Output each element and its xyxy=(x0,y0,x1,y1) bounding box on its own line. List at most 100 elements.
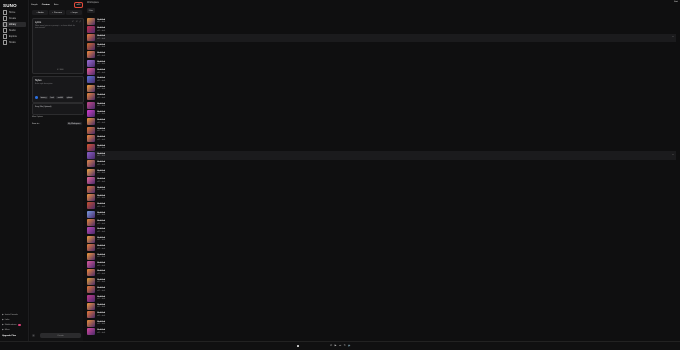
song-cover[interactable] xyxy=(87,160,95,168)
song-cover[interactable] xyxy=(87,76,95,84)
song-cover[interactable] xyxy=(87,302,95,310)
song-cover[interactable] xyxy=(87,42,95,50)
sidebar-item-create[interactable]: Create xyxy=(2,16,26,21)
song-cover[interactable] xyxy=(87,51,95,59)
song-cover[interactable] xyxy=(87,59,95,67)
song-row[interactable]: Untitled v4.5 · draft ⋯ xyxy=(87,33,676,43)
song-row[interactable]: Untitled v4.5 · draft xyxy=(87,269,676,277)
add-icon[interactable]: + xyxy=(32,334,35,337)
song-cover[interactable] xyxy=(87,126,95,134)
style-chip[interactable]: soulful xyxy=(56,96,65,99)
song-row[interactable]: Untitled v4.5 · draft xyxy=(87,277,676,285)
song-row[interactable]: Untitled v4.5 · draft xyxy=(87,286,676,294)
sort-button[interactable]: Sort xyxy=(674,1,678,3)
song-cover[interactable] xyxy=(87,17,95,25)
style-toggle-icon[interactable] xyxy=(35,96,38,99)
song-row[interactable]: Untitled v4.5 · draft xyxy=(87,185,676,193)
song-cover[interactable] xyxy=(87,328,95,336)
song-row[interactable]: Untitled v4.5 · draft xyxy=(87,51,676,59)
song-row[interactable]: Untitled v4.5 · draft xyxy=(87,210,676,218)
song-row[interactable]: Untitled v4.5 · draft xyxy=(87,42,676,50)
song-row[interactable]: Untitled v4.5 · draft xyxy=(87,109,676,117)
style-chip[interactable]: upbeat xyxy=(65,96,74,99)
volume-icon[interactable]: 🔈 xyxy=(348,344,351,347)
song-cover[interactable] xyxy=(87,168,95,176)
shuffle-icon[interactable]: ⤨ xyxy=(76,21,78,23)
song-cover[interactable] xyxy=(87,269,95,277)
song-row[interactable]: Untitled v4.5 · draft xyxy=(87,101,676,109)
song-row[interactable]: Untitled v4.5 · draft xyxy=(87,227,676,235)
sidebar-item-library[interactable]: Library xyxy=(2,22,26,27)
more-link[interactable]: ◆ More xyxy=(2,328,10,332)
song-row[interactable]: Untitled v4.5 · draft xyxy=(87,168,676,176)
song-title-input[interactable]: Song Title (Optional) xyxy=(32,103,84,115)
song-cover[interactable] xyxy=(87,252,95,260)
workspace-select[interactable]: My Workspace xyxy=(66,122,82,125)
next-icon[interactable]: ⏭ xyxy=(339,344,341,347)
song-row[interactable]: Untitled v4.5 · draft xyxy=(87,235,676,243)
filter-button[interactable]: Filter xyxy=(87,8,95,13)
song-row[interactable]: Untitled v4.5 · draft xyxy=(87,84,676,92)
song-cover[interactable] xyxy=(87,34,95,42)
song-cover[interactable] xyxy=(87,177,95,185)
more-options-icon[interactable]: ⋯ xyxy=(672,36,674,38)
invite-friends-link[interactable]: ◆ Invite Friends xyxy=(2,313,18,317)
song-cover[interactable] xyxy=(87,118,95,126)
song-row[interactable]: Untitled v4.5 · draft xyxy=(87,76,676,84)
sidebar-item-explore[interactable]: Explore xyxy=(2,34,26,39)
model-version-select[interactable]: v4.5 xyxy=(74,2,83,8)
sidebar-item-home[interactable]: Home xyxy=(2,10,26,15)
song-cover[interactable] xyxy=(87,68,95,76)
upgrade-plan-button[interactable]: Upgrade Plan xyxy=(2,335,24,339)
song-row[interactable]: Untitled v4.5 · draft xyxy=(87,176,676,185)
song-row[interactable]: Untitled v4.5 · draft xyxy=(87,118,676,126)
song-row[interactable]: Untitled v4.5 · draft xyxy=(87,319,676,327)
song-row[interactable]: Untitled v4.5 · draft ⋯ xyxy=(87,151,676,160)
song-row[interactable]: Untitled v4.5 · draft xyxy=(87,17,676,25)
song-cover[interactable] xyxy=(87,93,95,101)
song-row[interactable]: Untitled v4.5 · draft xyxy=(87,25,676,34)
more-options-toggle[interactable]: More Options xyxy=(32,116,43,118)
song-row[interactable]: Untitled v4.5 · draft xyxy=(87,218,676,227)
expand-icon[interactable]: ⤢ xyxy=(79,21,81,23)
song-cover[interactable] xyxy=(87,135,95,143)
add-audio-button[interactable]: + Audio xyxy=(32,10,48,15)
song-cover[interactable] xyxy=(87,210,95,218)
song-row[interactable]: Untitled v4.5 · draft xyxy=(87,260,676,269)
song-cover[interactable] xyxy=(87,244,95,252)
song-row[interactable]: Untitled v4.5 · draft xyxy=(87,244,676,252)
repeat-icon[interactable]: ↻ xyxy=(344,344,346,347)
styles-input[interactable]: Styles Enter style description bouncy fu… xyxy=(32,76,84,103)
logo[interactable]: SUNO xyxy=(3,3,17,8)
song-cover[interactable] xyxy=(87,311,95,319)
song-cover[interactable] xyxy=(87,193,95,201)
song-cover[interactable] xyxy=(87,219,95,227)
song-row[interactable]: Untitled v4.5 · draft xyxy=(87,143,676,151)
labs-link[interactable]: ◆ Labs xyxy=(2,318,9,322)
song-row[interactable]: Untitled v4.5 · draft xyxy=(87,202,676,210)
more-options-icon[interactable]: ⋯ xyxy=(672,154,674,156)
song-cover[interactable] xyxy=(87,185,95,193)
style-chip[interactable]: bouncy xyxy=(39,96,48,99)
tab-custom[interactable]: Custom xyxy=(41,4,51,6)
song-row[interactable]: Untitled v4.5 · draft xyxy=(87,67,676,76)
tab-beta[interactable]: Beta xyxy=(53,4,60,6)
notifications-link[interactable]: ◆ Notifications xyxy=(2,323,21,326)
song-row[interactable]: Untitled v4.5 · draft xyxy=(87,134,676,143)
song-cover[interactable] xyxy=(87,277,95,285)
song-cover[interactable] xyxy=(87,294,95,302)
add-inspo-button[interactable]: + Inspo xyxy=(66,10,82,15)
song-cover[interactable] xyxy=(87,109,95,117)
prev-icon[interactable]: ⏮ xyxy=(330,344,332,347)
song-cover[interactable] xyxy=(87,261,95,269)
song-row[interactable]: Untitled v4.5 · draft xyxy=(87,327,676,336)
tab-simple[interactable]: Simple xyxy=(30,4,39,6)
create-button[interactable]: Create xyxy=(40,333,81,338)
song-row[interactable]: Untitled v4.5 · draft xyxy=(87,59,676,67)
song-cover[interactable] xyxy=(87,143,95,151)
song-cover[interactable] xyxy=(87,101,95,109)
song-cover[interactable] xyxy=(87,84,95,92)
song-row[interactable]: Untitled v4.5 · draft xyxy=(87,252,676,260)
song-cover[interactable] xyxy=(87,151,95,159)
song-cover[interactable] xyxy=(87,202,95,210)
